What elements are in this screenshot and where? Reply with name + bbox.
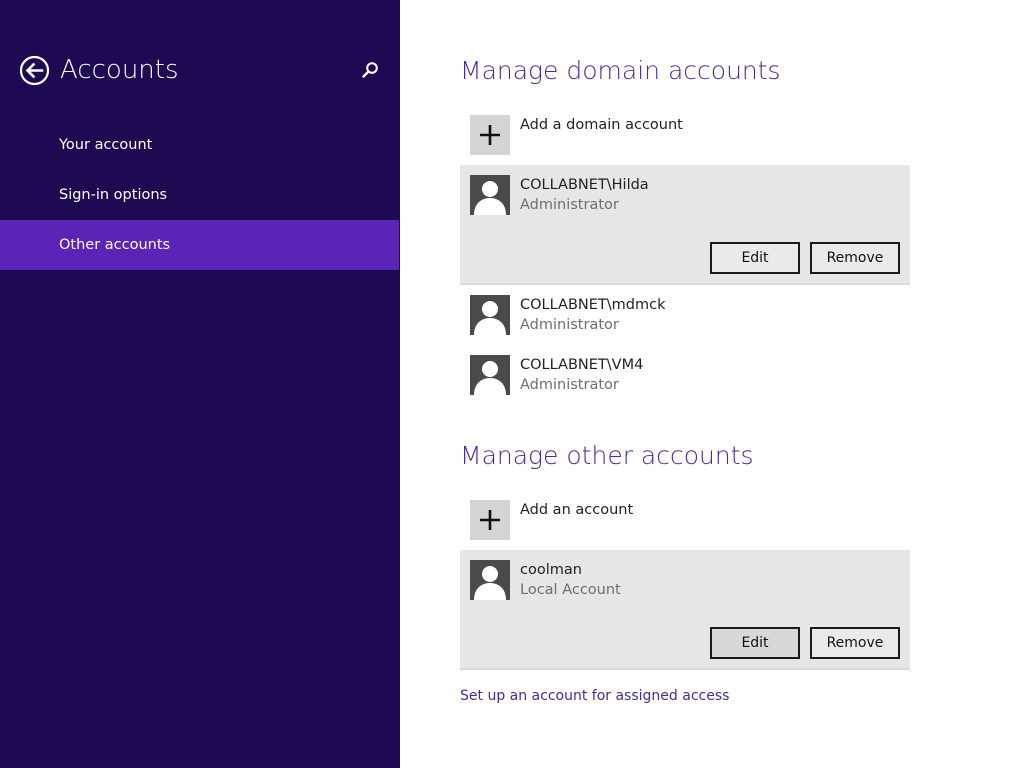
plus-icon	[470, 115, 510, 155]
plus-icon	[470, 500, 510, 540]
account-item-mdmck[interactable]: COLLABNET\mdmck Administrator	[460, 285, 910, 341]
account-item-vm4[interactable]: COLLABNET\VM4 Administrator	[460, 345, 910, 401]
other-accounts-heading: Manage other accounts	[460, 441, 754, 470]
account-item-coolman[interactable]: coolman Local Account Edit Remove	[460, 550, 910, 670]
accounts-settings-page: Accounts Your account Sign-in options Ot…	[0, 0, 1024, 768]
account-name: coolman	[520, 562, 582, 578]
edit-button[interactable]: Edit	[710, 242, 800, 274]
account-name: COLLABNET\Hilda	[520, 177, 649, 193]
main-content: Manage domain accounts Add a domain acco…	[400, 0, 1024, 768]
account-type: Administrator	[520, 317, 619, 333]
account-name: COLLABNET\mdmck	[520, 297, 666, 313]
sidebar-item-sign-in-options[interactable]: Sign-in options	[0, 170, 399, 220]
account-type: Administrator	[520, 197, 619, 213]
remove-button[interactable]: Remove	[810, 627, 900, 659]
account-item-hilda[interactable]: COLLABNET\Hilda Administrator Edit Remov…	[460, 165, 910, 285]
sidebar-item-your-account[interactable]: Your account	[0, 120, 399, 170]
page-title: Accounts	[60, 55, 179, 85]
remove-button[interactable]: Remove	[810, 242, 900, 274]
search-icon[interactable]	[360, 60, 380, 80]
assigned-access-link[interactable]: Set up an account for assigned access	[460, 686, 729, 706]
account-type: Administrator	[520, 377, 619, 393]
user-avatar-icon	[470, 560, 510, 600]
user-avatar-icon	[470, 295, 510, 335]
add-account-label: Add an account	[520, 502, 634, 518]
domain-accounts-heading: Manage domain accounts	[460, 56, 781, 85]
sidebar: Accounts Your account Sign-in options Ot…	[0, 0, 400, 768]
edit-button[interactable]: Edit	[710, 627, 800, 659]
user-avatar-icon	[470, 175, 510, 215]
add-domain-account-label: Add a domain account	[520, 117, 683, 133]
account-name: COLLABNET\VM4	[520, 357, 644, 373]
user-avatar-icon	[470, 355, 510, 395]
account-type: Local Account	[520, 582, 621, 598]
sidebar-item-other-accounts[interactable]: Other accounts	[0, 220, 399, 270]
back-arrow-icon[interactable]	[19, 55, 50, 86]
